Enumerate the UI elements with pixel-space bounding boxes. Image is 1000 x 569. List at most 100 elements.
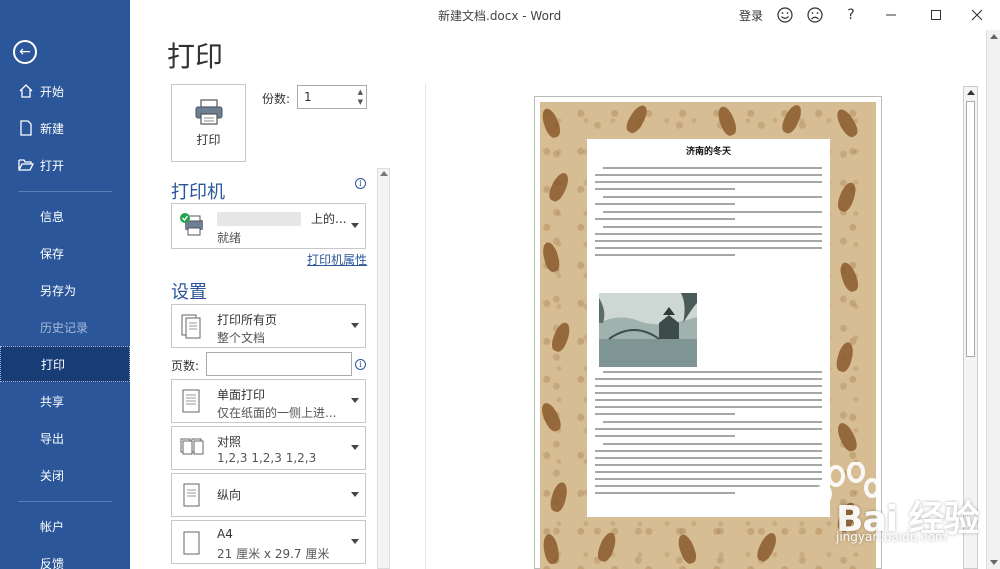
text-line [603, 226, 822, 228]
scroll-down-icon[interactable] [990, 560, 998, 565]
text-line [603, 196, 822, 198]
print-button[interactable]: 打印 [171, 84, 246, 162]
sidebar-divider [18, 191, 112, 192]
copies-stepper[interactable]: 1 ▲ ▼ [297, 85, 367, 109]
text-line [595, 378, 822, 380]
collate-title: 对照 [217, 435, 242, 449]
close-icon[interactable] [967, 5, 987, 25]
sides-select[interactable]: 单面打印 仅在纸面的一侧上进... [171, 379, 366, 423]
fish-pattern-icon [539, 106, 563, 140]
sidebar-item-print[interactable]: 打印 [0, 346, 130, 382]
text-line [595, 218, 735, 220]
fish-pattern-icon [548, 480, 570, 514]
sidebar-item-history: 历史记录 [0, 309, 130, 345]
text-line [595, 413, 735, 415]
fish-pattern-icon [834, 340, 856, 374]
sidebar-item-home[interactable]: 开始 [0, 73, 130, 109]
chevron-down-icon [351, 492, 359, 497]
sidebar-item-save[interactable]: 保存 [0, 235, 130, 271]
home-icon [19, 84, 33, 98]
printer-section-title: 打印机 [171, 182, 225, 203]
sidebar-item-label: 新建 [40, 121, 65, 136]
chevron-down-icon [351, 323, 359, 328]
pages-input[interactable] [206, 352, 352, 376]
new-document-icon [20, 120, 32, 136]
text-line [595, 392, 822, 394]
scroll-up-icon[interactable] [380, 171, 388, 176]
sidebar-item-feedback[interactable]: 反馈 [0, 545, 130, 569]
sidebar-item-info[interactable]: 信息 [0, 198, 130, 234]
sidebar-item-save-as[interactable]: 另存为 [0, 272, 130, 308]
copies-value: 1 [304, 90, 312, 104]
text-line [595, 485, 822, 487]
chevron-down-icon [351, 539, 359, 544]
fish-pattern-icon [837, 260, 861, 294]
text-line [595, 464, 822, 466]
sidebar-item-share[interactable]: 共享 [0, 383, 130, 419]
text-line [595, 492, 735, 494]
orientation-select[interactable]: 纵向 [171, 473, 366, 517]
text-line [595, 478, 822, 480]
sidebar-item-label: 开始 [40, 84, 65, 99]
collate-icon [180, 438, 204, 455]
paper-size-title: A4 [217, 527, 233, 541]
scroll-up-icon[interactable] [967, 90, 975, 95]
back-arrow-icon[interactable]: ← [13, 40, 37, 64]
sidebar-item-account[interactable]: 帐户 [0, 508, 130, 544]
printer-select[interactable]: 上的... 就绪 [171, 203, 366, 249]
fish-pattern-icon [835, 180, 859, 214]
text-line [595, 435, 735, 437]
text-line [595, 471, 822, 473]
document-photo [599, 293, 697, 367]
login-link[interactable]: 登录 [739, 7, 763, 24]
printer-icon [195, 98, 222, 125]
info-icon[interactable]: i [355, 178, 366, 189]
text-line [595, 399, 822, 401]
spin-arrows-icon[interactable]: ▲ ▼ [358, 87, 363, 107]
frown-feedback-icon[interactable] [805, 5, 825, 25]
text-line [595, 233, 822, 235]
smile-feedback-icon[interactable] [775, 5, 795, 25]
help-icon[interactable]: ? [841, 5, 861, 25]
text-line [603, 371, 822, 373]
print-range-select[interactable]: 打印所有页 整个文档 [171, 304, 366, 348]
fish-pattern-icon [675, 532, 699, 566]
scrollbar-thumb[interactable] [966, 101, 975, 357]
fish-pattern-icon [834, 420, 860, 454]
sidebar-item-label: 导出 [40, 431, 65, 446]
print-range-subtitle: 整个文档 [217, 331, 266, 345]
scroll-up-icon[interactable] [990, 34, 998, 39]
printer-name-suffix: 上的... [311, 212, 347, 226]
fish-pattern-icon [623, 102, 651, 136]
settings-scrollbar[interactable] [377, 168, 390, 569]
word-backstage-print: ← 开始 新建 打开 信息 保存 另存为 历史记录 打印 共享 导出 关闭 帐户… [0, 0, 1000, 569]
sidebar-item-label: 保存 [40, 246, 65, 261]
printer-properties-link[interactable]: 打印机属性 [307, 251, 367, 268]
text-line [595, 203, 735, 205]
sidebar-item-export[interactable]: 导出 [0, 420, 130, 456]
sidebar-item-close[interactable]: 关闭 [0, 457, 130, 493]
sidebar-item-label: 关闭 [40, 468, 65, 483]
document-heading: 济南的冬天 [685, 147, 731, 157]
backstage-sidebar: ← 开始 新建 打开 信息 保存 另存为 历史记录 打印 共享 导出 关闭 帐户… [0, 0, 130, 569]
baidu-jingyan-watermark: Bai 经验 jingyan.baidu.com [806, 462, 986, 562]
sidebar-item-open[interactable]: 打开 [0, 147, 130, 183]
fish-pattern-icon [595, 530, 619, 564]
maximize-icon[interactable] [926, 5, 946, 25]
text-line [595, 385, 822, 387]
text-line [603, 421, 822, 423]
text-line [595, 450, 822, 452]
paper-size-select[interactable]: A4 21 厘米 x 29.7 厘米 [171, 520, 366, 564]
fish-pattern-icon [833, 106, 861, 140]
fish-pattern-icon [754, 530, 780, 564]
sidebar-item-new[interactable]: 新建 [0, 110, 130, 146]
window-title: 新建文档.docx - Word [438, 9, 562, 23]
collate-select[interactable]: 对照 1,2,3 1,2,3 1,2,3 [171, 426, 366, 470]
text-line [595, 406, 822, 408]
info-icon[interactable]: i [355, 359, 366, 370]
window-scrollbar[interactable] [986, 30, 1000, 569]
minimize-icon[interactable] [881, 5, 901, 25]
fish-pattern-icon [538, 400, 564, 434]
print-button-label: 打印 [196, 132, 221, 147]
text-line [595, 240, 822, 242]
